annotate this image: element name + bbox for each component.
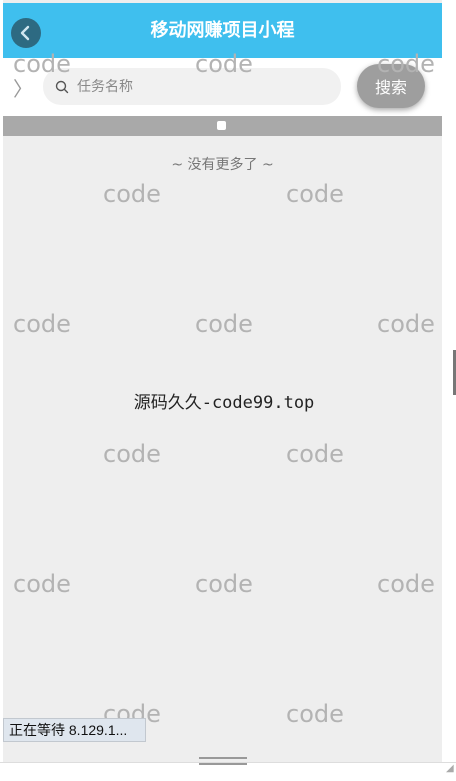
watermark-text: code bbox=[13, 570, 71, 598]
watermark-text: code bbox=[103, 440, 161, 468]
watermark-text: code bbox=[377, 50, 435, 78]
no-more-text: ~ 没有更多了 ~ bbox=[171, 157, 274, 173]
back-button[interactable] bbox=[11, 18, 41, 48]
watermark-text: code bbox=[195, 570, 253, 598]
watermark-text: code bbox=[286, 180, 344, 208]
watermark-text: code bbox=[13, 310, 71, 338]
back-arrow-icon bbox=[20, 25, 30, 41]
watermark-text: code bbox=[286, 700, 344, 728]
watermark-text: code bbox=[103, 180, 161, 208]
watermark-text: code bbox=[195, 50, 253, 78]
banner-carousel[interactable] bbox=[3, 116, 442, 136]
app-frame: 移动网赚项目小程 〉 搜索 ~ 没有更多了 ~ code code code c… bbox=[3, 0, 442, 762]
status-bar: 正在等待 8.129.1... bbox=[3, 718, 146, 742]
search-input[interactable] bbox=[75, 77, 309, 96]
search-box[interactable] bbox=[43, 68, 341, 105]
resize-grip-icon[interactable]: ◢ bbox=[446, 764, 456, 774]
source-watermark-text: 源码久久-code99.top bbox=[133, 393, 315, 413]
carousel-indicator-dot[interactable] bbox=[217, 121, 226, 130]
watermark-text: code bbox=[13, 50, 71, 78]
drag-handle-icon[interactable] bbox=[199, 757, 247, 769]
search-icon bbox=[55, 80, 69, 93]
watermark-text: code bbox=[377, 310, 435, 338]
watermark-text: code bbox=[377, 570, 435, 598]
watermark-text: code bbox=[195, 310, 253, 338]
watermark-text: code bbox=[286, 440, 344, 468]
